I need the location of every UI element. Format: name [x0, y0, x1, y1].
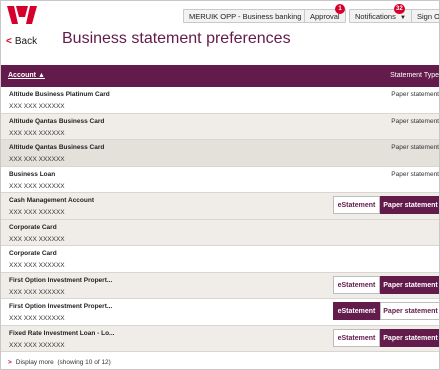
account-number: XXX XXX XXXXXX	[9, 288, 65, 296]
table-row: First Option Investment Propert... XXX X…	[1, 299, 439, 326]
paper-statement-button[interactable]: Paper statement	[380, 275, 439, 294]
notifications-button[interactable]: Notifications ▼ 32	[349, 4, 412, 23]
statement-type-toggle: eStatement Paper statement	[333, 328, 439, 347]
sort-by-account-header[interactable]: Account ▲	[8, 72, 45, 79]
account-name: Altitude Qantas Business Card	[9, 117, 105, 125]
estatement-button[interactable]: eStatement	[333, 275, 380, 294]
account-number: XXX XXX XXXXXX	[9, 156, 65, 163]
back-link[interactable]: < Back	[6, 36, 37, 47]
table-row: Altitude Business Platinum Card XXX XXX …	[1, 87, 439, 114]
estatement-button[interactable]: eStatement	[333, 328, 380, 347]
statement-type-column-header: Statement Type	[390, 72, 439, 79]
sign-out-label: Sign Out	[417, 12, 440, 21]
estatement-button[interactable]: eStatement	[333, 302, 380, 320]
statement-type-text: Paper statement	[391, 91, 439, 98]
account-name: Cash Management Account	[9, 197, 94, 204]
paper-statement-button[interactable]: Paper statement	[380, 302, 439, 320]
account-name: First Option Investment Propert...	[9, 276, 113, 284]
app-window: MERUIK OPP - Business banking ▼ Approval…	[0, 0, 440, 370]
table-row: Corporate Card XXX XXX XXXXXX	[1, 219, 439, 246]
table-header: Account ▲ Statement Type	[1, 65, 439, 87]
page-title: Business statement preferences	[62, 30, 291, 47]
statement-type-text: Paper statement	[391, 144, 439, 151]
table-row: First Option Investment Propert... XXX X…	[1, 272, 439, 299]
account-name: Altitude Business Platinum Card	[9, 91, 110, 98]
account-number: XXX XXX XXXXXX	[9, 262, 65, 269]
paper-statement-button[interactable]: Paper statement	[380, 328, 439, 347]
westpac-logo-icon[interactable]	[7, 6, 37, 24]
table-row: Corporate Card XXX XXX XXXXXX	[1, 246, 439, 273]
accounts-table: Altitude Business Platinum Card XXX XXX …	[1, 87, 439, 352]
account-selector-dropdown[interactable]: MERUIK OPP - Business banking ▼	[183, 9, 318, 23]
statement-type-text: Paper statement	[391, 170, 439, 178]
account-name: Corporate Card	[9, 223, 57, 231]
statement-type-toggle: eStatement Paper statement	[333, 302, 439, 320]
account-number: XXX XXX XXXXXX	[9, 129, 65, 137]
back-label: Back	[14, 36, 38, 47]
table-row: Altitude Qantas Business Card XXX XXX XX…	[1, 113, 439, 140]
sort-asc-icon: ▲	[37, 72, 45, 79]
table-row: Fixed Rate Investment Loan - Lo... XXX X…	[1, 325, 439, 352]
table-row: Altitude Qantas Business Card XXX XXX XX…	[1, 140, 439, 167]
statement-type-toggle: eStatement Paper statement	[333, 196, 439, 214]
statement-type-toggle: eStatement Paper statement	[333, 275, 439, 294]
account-column-label: Account	[8, 72, 36, 79]
chevron-down-icon: ▼	[399, 15, 406, 21]
statement-type-text: Paper statement	[391, 117, 439, 125]
notifications-count-badge: 32	[394, 4, 405, 14]
chevron-right-icon: >	[8, 359, 12, 366]
account-name: Corporate Card	[9, 250, 57, 257]
table-row: Cash Management Account XXX XXX XXXXXX e…	[1, 193, 439, 220]
account-selector-label: MERUIK OPP - Business banking	[189, 12, 302, 21]
estatement-button[interactable]: eStatement	[333, 196, 380, 214]
display-more-label: Display more	[15, 359, 54, 366]
account-number: XXX XXX XXXXXX	[9, 315, 65, 322]
account-number: XXX XXX XXXXXX	[9, 209, 65, 216]
approval-label: Approval	[310, 12, 340, 21]
account-number: XXX XXX XXXXXX	[9, 341, 65, 349]
account-number: XXX XXX XXXXXX	[9, 235, 65, 243]
approval-count-badge: 1	[335, 4, 345, 14]
top-bar: MERUIK OPP - Business banking ▼ Approval…	[1, 1, 440, 31]
showing-count-text: (showing 10 of 12)	[57, 359, 111, 366]
notifications-label: Notifications	[355, 12, 396, 21]
approval-button[interactable]: Approval 1	[304, 4, 346, 23]
sign-out-button[interactable]: Sign Out	[411, 9, 440, 23]
account-name: Fixed Rate Investment Loan - Lo...	[9, 329, 115, 337]
paper-statement-button[interactable]: Paper statement	[380, 196, 439, 214]
account-number: XXX XXX XXXXXX	[9, 103, 65, 110]
table-row: Business Loan XXX XXX XXXXXX Paper state…	[1, 167, 439, 193]
account-number: XXX XXX XXXXXX	[9, 182, 65, 190]
display-more-link[interactable]: > Display more (showing 10 of 12)	[8, 359, 111, 366]
account-name: Business Loan	[9, 170, 56, 178]
chevron-left-icon: <	[6, 36, 12, 47]
account-name: First Option Investment Propert...	[9, 303, 113, 310]
account-name: Altitude Qantas Business Card	[9, 144, 105, 151]
